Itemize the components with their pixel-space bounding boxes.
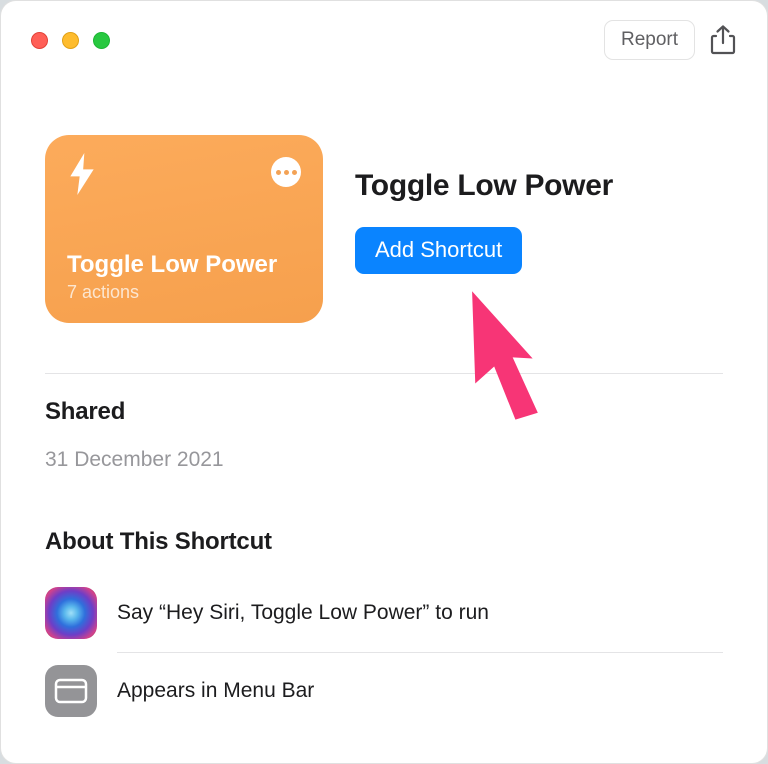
maximize-window-button[interactable] xyxy=(93,32,110,49)
content: Toggle Low Power 7 actions Toggle Low Po… xyxy=(1,57,767,730)
tile-header xyxy=(67,153,301,195)
more-button[interactable] xyxy=(271,157,301,187)
shared-date: 31 December 2021 xyxy=(45,448,723,472)
hero-right: Toggle Low Power Add Shortcut xyxy=(355,135,613,274)
about-text-menubar: Appears in Menu Bar xyxy=(117,679,314,703)
share-button[interactable] xyxy=(707,24,739,56)
titlebar-actions: Report xyxy=(604,20,739,60)
tile-text: Toggle Low Power 7 actions xyxy=(67,251,301,303)
tile-title: Toggle Low Power xyxy=(67,251,301,280)
about-list: Say “Hey Siri, Toggle Low Power” to run … xyxy=(45,574,723,730)
page-title: Toggle Low Power xyxy=(355,169,613,203)
siri-icon xyxy=(45,587,97,639)
traffic-lights xyxy=(31,32,110,49)
about-heading: About This Shortcut xyxy=(45,528,723,556)
row-divider xyxy=(117,652,723,653)
divider xyxy=(45,373,723,374)
about-text-siri: Say “Hey Siri, Toggle Low Power” to run xyxy=(117,601,489,625)
shared-section: Shared 31 December 2021 xyxy=(45,398,723,472)
add-shortcut-button[interactable]: Add Shortcut xyxy=(355,227,522,274)
shared-heading: Shared xyxy=(45,398,723,426)
about-row-siri: Say “Hey Siri, Toggle Low Power” to run xyxy=(45,574,723,652)
window: Report xyxy=(0,0,768,764)
ellipsis-icon xyxy=(276,170,297,175)
hero-section: Toggle Low Power 7 actions Toggle Low Po… xyxy=(45,135,723,323)
about-section: About This Shortcut Say “Hey Siri, Toggl… xyxy=(45,528,723,730)
close-window-button[interactable] xyxy=(31,32,48,49)
menubar-icon xyxy=(45,665,97,717)
bolt-icon xyxy=(67,153,97,195)
about-row-menubar: Appears in Menu Bar xyxy=(45,652,723,730)
minimize-window-button[interactable] xyxy=(62,32,79,49)
tile-subtitle: 7 actions xyxy=(67,282,301,303)
shortcut-tile[interactable]: Toggle Low Power 7 actions xyxy=(45,135,323,323)
titlebar: Report xyxy=(1,1,767,57)
report-button[interactable]: Report xyxy=(604,20,695,60)
window-icon xyxy=(53,676,89,706)
share-icon xyxy=(710,25,736,55)
